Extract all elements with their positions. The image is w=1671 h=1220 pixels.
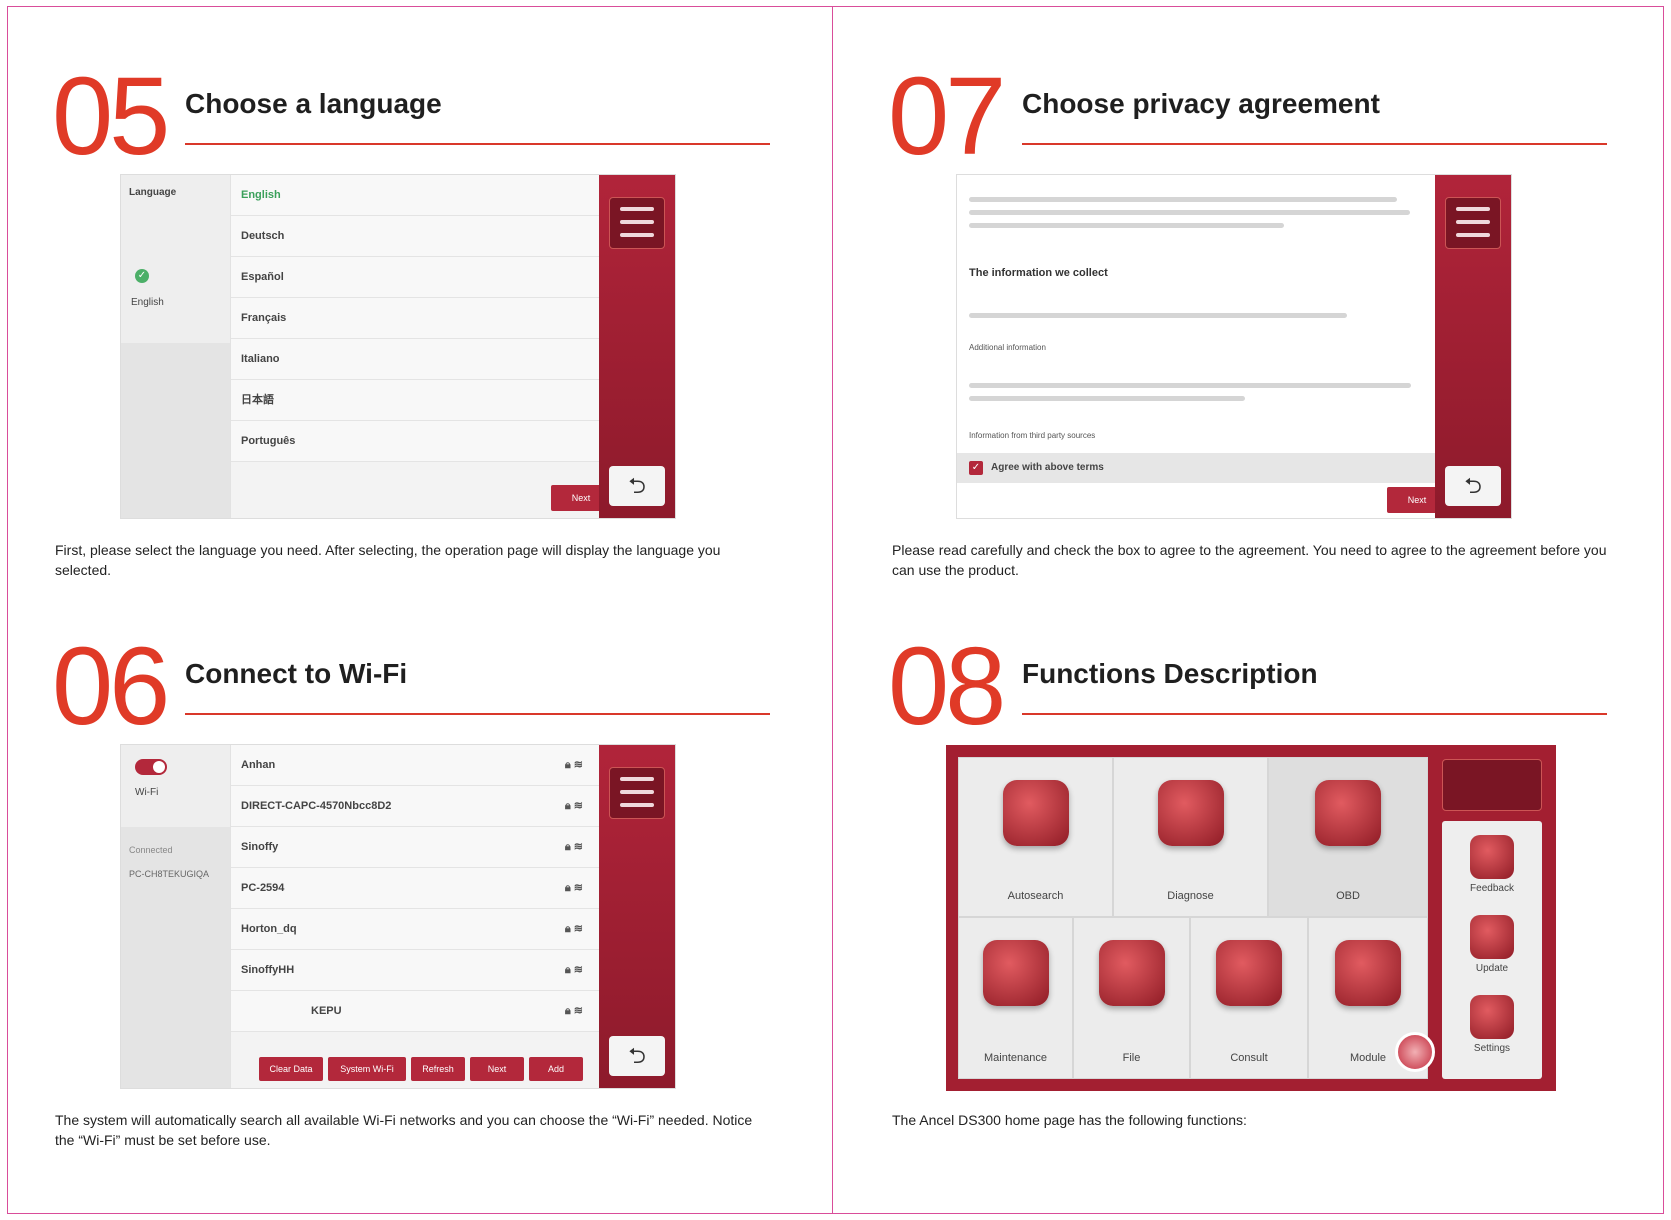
agree-label: Agree with above terms — [991, 462, 1104, 473]
agree-checkbox[interactable]: ✓ — [969, 461, 983, 475]
language-item[interactable]: Français — [231, 298, 621, 339]
language-sidebar: Language ✓ English — [121, 175, 231, 518]
wifi-icon: 🔒︎ ≋ — [564, 759, 583, 771]
clear-data-button[interactable]: Clear Data — [259, 1057, 323, 1081]
title-rule — [185, 143, 770, 145]
section-title: Choose privacy agreement — [1022, 88, 1380, 119]
status-panel — [1442, 759, 1542, 811]
settings-icon[interactable] — [1470, 995, 1514, 1039]
wifi-label: Wi-Fi — [135, 787, 159, 798]
connected-label: Connected — [129, 845, 173, 855]
tile-obd[interactable]: OBD — [1268, 757, 1428, 917]
consult-icon — [1216, 940, 1282, 1006]
privacy-subheading-2: Information from third party sources — [969, 431, 1096, 440]
wifi-icon: 🔒︎ ≋ — [564, 964, 583, 976]
title-rule — [1022, 713, 1607, 715]
language-item[interactable]: English✓ — [231, 175, 621, 216]
wifi-icon: 🔒︎ ≋ — [564, 800, 583, 812]
tile-autosearch[interactable]: Autosearch — [958, 757, 1113, 917]
wifi-list: Anhan 🔒︎ ≋ DIRECT-CAPC-4570Nbcc8D2 🔒︎ ≋ Si… — [231, 745, 601, 1032]
section-description: First, please select the language you ne… — [55, 542, 721, 578]
privacy-text — [969, 189, 1419, 236]
wifi-network[interactable]: DIRECT-CAPC-4570Nbcc8D2 🔒︎ ≋ — [231, 786, 601, 827]
privacy-subheading: Additional information — [969, 343, 1046, 352]
wifi-icon: 🔒︎ ≋ — [564, 841, 583, 853]
section-title: Connect to Wi-Fi — [185, 658, 408, 689]
language-list: English✓ Deutsch Español Français Italia… — [231, 175, 621, 462]
wifi-network[interactable]: Anhan 🔒︎ ≋ — [231, 745, 601, 786]
back-icon[interactable]: ⮌ — [609, 1036, 665, 1076]
wifi-screen: Wi-Fi Connected PC-CH8TEKUGIQA Anhan 🔒︎ ≋… — [120, 744, 676, 1089]
update-icon[interactable] — [1470, 915, 1514, 959]
feedback-label: Feedback — [1470, 883, 1514, 894]
wifi-network[interactable]: SinoffyHH 🔒︎ ≋ — [231, 950, 601, 991]
privacy-heading: The information we collect — [969, 267, 1108, 279]
home-screen: Autosearch Diagnose OBD Maintenance File… — [946, 745, 1556, 1091]
feedback-icon[interactable] — [1470, 835, 1514, 879]
add-button[interactable]: Add — [529, 1057, 583, 1081]
refresh-button[interactable]: Refresh — [411, 1057, 465, 1081]
language-item[interactable]: Italiano — [231, 339, 621, 380]
wifi-icon: 🔒︎ ≋ — [564, 882, 583, 894]
section-description: The system will automatically search all… — [55, 1112, 753, 1148]
language-item[interactable]: 日本語 — [231, 380, 621, 421]
maintenance-icon — [982, 940, 1049, 1006]
section-number: 08 — [888, 625, 1006, 748]
device-sidebar: ⮌ — [599, 745, 675, 1088]
autosearch-icon — [1002, 780, 1069, 846]
language-item[interactable]: Português — [231, 421, 621, 462]
page-divider — [832, 6, 833, 1214]
section-description: The Ancel DS300 home page has the follow… — [892, 1112, 1247, 1128]
tile-maintenance[interactable]: Maintenance — [958, 917, 1073, 1079]
wifi-icon: 🔒︎ ≋ — [564, 923, 583, 935]
wifi-sidebar: Wi-Fi Connected PC-CH8TEKUGIQA — [121, 745, 231, 1088]
section-number: 06 — [52, 625, 170, 748]
tile-consult[interactable]: Consult — [1190, 917, 1308, 1079]
section-description: Please read carefully and check the box … — [892, 542, 1607, 578]
device-sidebar: ⮌ — [599, 175, 675, 518]
section-title: Functions Description — [1022, 658, 1318, 689]
tile-diagnose[interactable]: Diagnose — [1113, 757, 1268, 917]
device-sidebar: ⮌ — [1435, 175, 1511, 518]
next-button[interactable]: Next — [470, 1057, 524, 1081]
connected-network: PC-CH8TEKUGIQA — [129, 869, 210, 879]
language-header: Language — [129, 187, 177, 198]
language-item[interactable]: Deutsch — [231, 216, 621, 257]
wifi-network[interactable]: KEPU 🔒︎ ≋ — [231, 991, 601, 1032]
title-rule — [185, 713, 770, 715]
agree-row[interactable]: ✓ Agree with above terms — [957, 453, 1437, 483]
module-icon — [1335, 940, 1401, 1006]
tile-file[interactable]: File — [1073, 917, 1190, 1079]
update-label: Update — [1475, 963, 1509, 974]
wifi-network[interactable]: PC-2594 🔒︎ ≋ — [231, 868, 601, 909]
side-panel: Feedback Update Settings — [1442, 821, 1542, 1079]
back-icon[interactable]: ⮌ — [609, 466, 665, 506]
system-wifi-button[interactable]: System Wi-Fi — [328, 1057, 406, 1081]
section-number: 07 — [888, 55, 1006, 178]
current-language: English — [131, 297, 164, 308]
language-item[interactable]: Español — [231, 257, 621, 298]
status-panel — [1445, 197, 1501, 249]
wifi-network[interactable]: Horton_dq 🔒︎ ≋ — [231, 909, 601, 950]
section-number: 05 — [52, 55, 170, 178]
title-rule — [1022, 143, 1607, 145]
diagnose-icon — [1157, 780, 1224, 846]
section-title: Choose a language — [185, 88, 442, 119]
status-panel — [609, 197, 665, 249]
settings-label: Settings — [1473, 1043, 1511, 1054]
file-icon — [1098, 940, 1165, 1006]
privacy-screen: The information we collect Additional in… — [956, 174, 1512, 519]
back-icon[interactable]: ⮌ — [1445, 466, 1501, 506]
tile-module[interactable]: Module — [1308, 917, 1435, 1079]
status-panel — [609, 767, 665, 819]
wifi-icon: 🔒︎ ≋ — [564, 1005, 583, 1017]
wifi-toggle[interactable] — [135, 759, 167, 775]
language-screen: Language ✓ English English✓ Deutsch Espa… — [120, 174, 676, 519]
obd-icon — [1315, 780, 1381, 846]
floating-button[interactable] — [1395, 1032, 1435, 1072]
check-icon: ✓ — [135, 269, 149, 283]
wifi-network[interactable]: Sinoffy 🔒︎ ≋ — [231, 827, 601, 868]
